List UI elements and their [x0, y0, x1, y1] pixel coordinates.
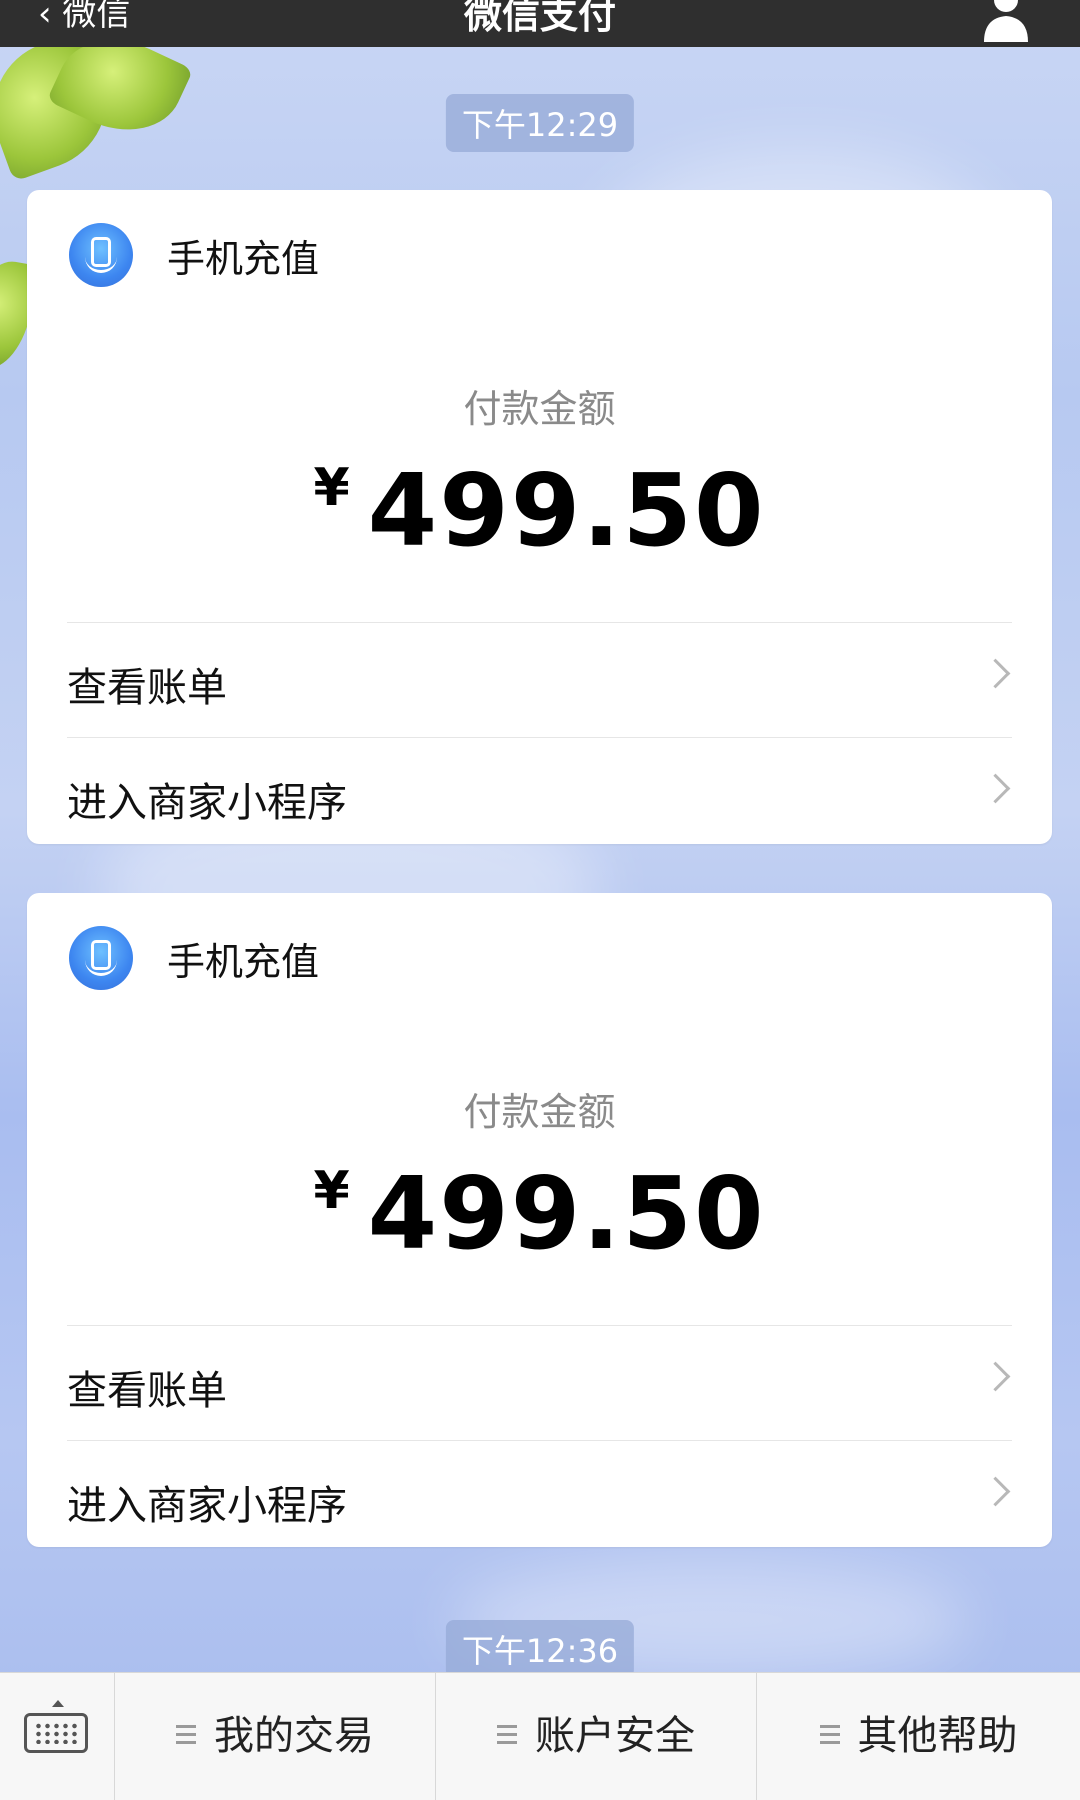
chevron-right-icon — [980, 1476, 1011, 1507]
bottom-menu-bar: 我的交易 账户安全 其他帮助 — [0, 1672, 1080, 1800]
amount-label: 付款金额 — [463, 387, 616, 431]
person-icon[interactable] — [982, 0, 1030, 42]
view-bill-row[interactable]: 查看账单 — [67, 623, 1012, 737]
payment-card: 手机充值 付款金额 ¥499.50 查看账单 进入商家小程序 — [27, 190, 1052, 844]
merchant-miniprogram-row[interactable]: 进入商家小程序 — [67, 738, 1012, 852]
menu-label: 我的交易 — [214, 1713, 374, 1759]
menu-account-security[interactable]: 账户安全 — [436, 1673, 757, 1800]
merchant-miniprogram-row[interactable]: 进入商家小程序 — [67, 1441, 1012, 1555]
row-label: 进入商家小程序 — [67, 1483, 347, 1529]
view-bill-row[interactable]: 查看账单 — [67, 1326, 1012, 1440]
mobile-recharge-icon — [69, 926, 133, 990]
chevron-right-icon — [980, 1361, 1011, 1392]
currency-symbol: ¥ — [313, 1161, 352, 1221]
chevron-right-icon — [980, 773, 1011, 804]
menu-label: 其他帮助 — [857, 1713, 1018, 1759]
payment-amount: ¥499.50 — [27, 452, 1052, 569]
menu-other-help[interactable]: 其他帮助 — [757, 1673, 1080, 1800]
menu-label: 账户安全 — [535, 1713, 695, 1759]
menu-lines-icon — [176, 1725, 196, 1745]
currency-symbol: ¥ — [313, 458, 352, 518]
mobile-recharge-icon — [69, 223, 133, 287]
app-name: 手机充值 — [167, 940, 320, 984]
timestamp: 下午12:29 — [445, 94, 635, 152]
amount-value: 499.50 — [367, 452, 766, 569]
chevron-right-icon — [980, 658, 1011, 689]
menu-lines-icon — [497, 1725, 517, 1745]
page-title: 微信支付 — [463, 0, 616, 37]
menu-lines-icon — [819, 1725, 840, 1745]
top-bar: ‹ 微信 微信支付 — [0, 0, 1080, 47]
menu-my-transactions[interactable]: 我的交易 — [115, 1673, 436, 1800]
payment-card: 手机充值 付款金额 ¥499.50 查看账单 进入商家小程序 — [27, 893, 1052, 1547]
amount-value: 499.50 — [367, 1155, 766, 1272]
timestamp: 下午12:36 — [445, 1620, 635, 1678]
amount-label: 付款金额 — [463, 1090, 616, 1134]
payment-amount: ¥499.50 — [27, 1155, 1052, 1272]
keyboard-toggle-button[interactable] — [0, 1673, 115, 1800]
row-label: 查看账单 — [67, 1368, 227, 1414]
row-label: 查看账单 — [67, 665, 227, 711]
row-label: 进入商家小程序 — [67, 780, 347, 826]
caret-up-icon — [52, 1700, 64, 1707]
keyboard-icon — [24, 1713, 88, 1753]
app-name: 手机充值 — [167, 237, 320, 281]
